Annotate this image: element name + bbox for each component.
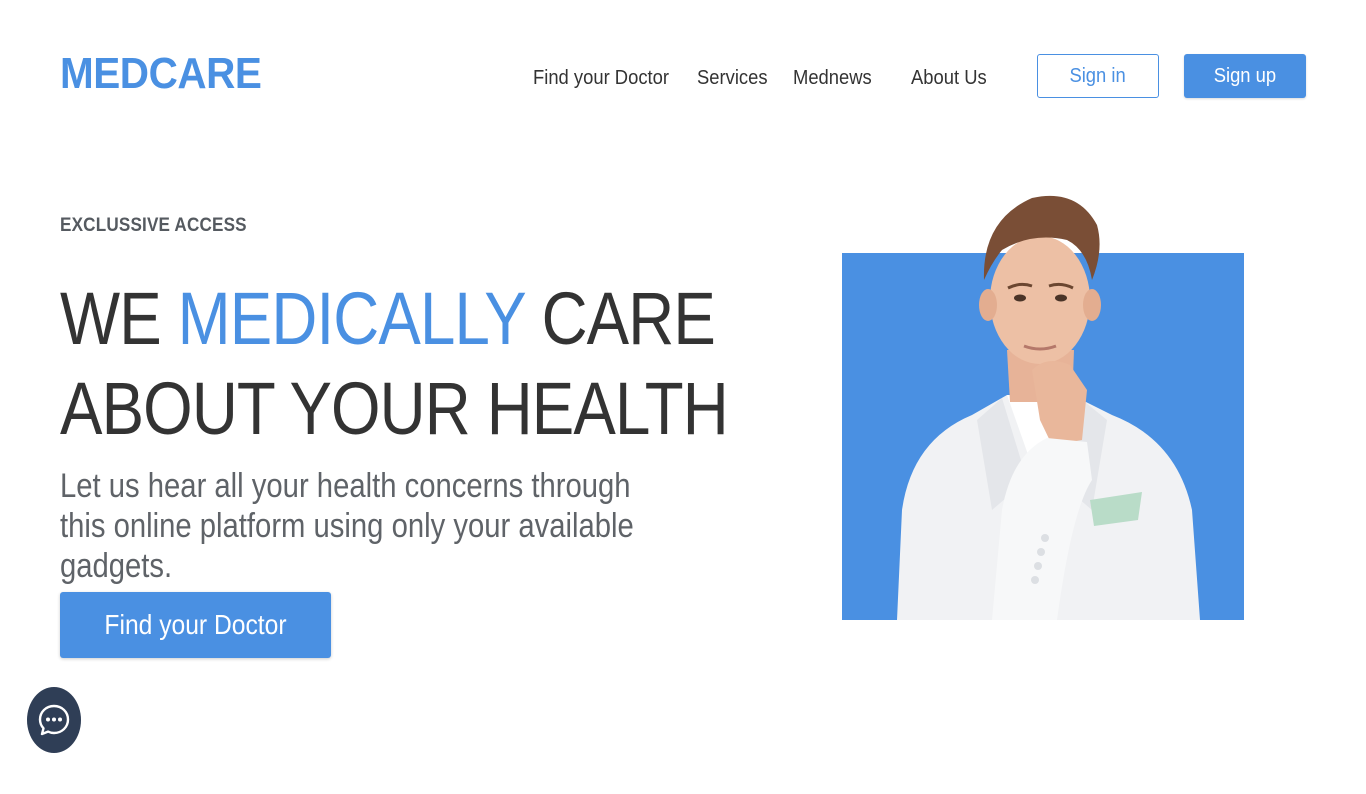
nav-services[interactable]: Services (697, 64, 768, 92)
headline-part1: WE (60, 277, 178, 360)
headline-line2: ABOUT YOUR HEALTH (60, 367, 729, 450)
nav-find-doctor[interactable]: Find your Doctor (533, 64, 669, 92)
nav-about-us[interactable]: About Us (911, 64, 987, 92)
headline-accent: MEDICALLY (177, 277, 526, 360)
logo[interactable]: MEDCARE (60, 48, 262, 100)
hero-eyebrow: EXCLUSSIVE ACCESS (60, 215, 247, 236)
hero-headline: WE MEDICALLY CARE ABOUT YOUR HEALTH (60, 274, 729, 454)
hero-subtext: Let us hear all your health concerns thr… (60, 467, 634, 585)
cta-label: Find your Doctor (104, 609, 287, 640)
nav-mednews[interactable]: Mednews (793, 64, 872, 92)
sign-in-label: Sign in (1069, 64, 1127, 87)
landing-page: MEDCARE Find your Doctor Services Mednew… (0, 0, 1366, 794)
find-doctor-cta-button[interactable]: Find your Doctor (60, 592, 331, 658)
hero-doctor-photo (842, 180, 1244, 620)
chat-widget-button[interactable] (27, 687, 81, 753)
sign-in-button[interactable]: Sign in (1037, 54, 1159, 98)
chat-bubble-icon (38, 704, 70, 736)
sign-up-label: Sign up (1213, 64, 1277, 87)
headline-part2: CARE (524, 277, 716, 360)
sign-up-button[interactable]: Sign up (1184, 54, 1306, 98)
